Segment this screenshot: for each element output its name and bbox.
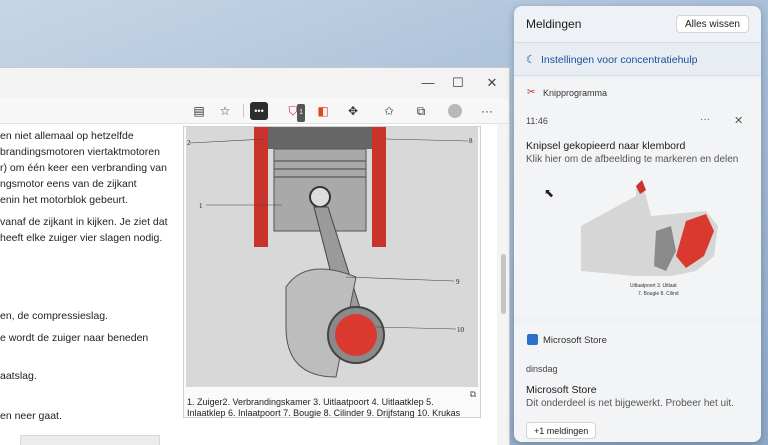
text-line: ngsmotor eens van de zijkant <box>0 178 137 190</box>
expand-icon[interactable]: ⧉ <box>470 389 476 400</box>
piston-illustration: 2 8 1 9 10 <box>186 127 478 387</box>
browser-window: — ☐ ✕ ▤ ☆ ••• ⛉ 1 ◧ ✥ ✩ ⧉ ··· en niet all… <box>0 67 510 445</box>
maximize-button[interactable]: ☐ <box>448 74 468 92</box>
reader-icon[interactable]: ▤ <box>190 102 208 120</box>
text-line: heeft elke zuiger vier slagen nodig. <box>0 232 163 244</box>
text-line: vanaf de zijkant in kijken. Je ziet dat <box>0 216 168 228</box>
notification-body: Klik hier om de afbeelding te markeren e… <box>526 154 739 165</box>
clear-all-button[interactable]: Alles wissen <box>675 15 749 33</box>
text-line: r) om één keer een verbranding van <box>0 162 167 174</box>
snip-preview-image[interactable]: Uitlaatpoort 3. Uitlaat 7. Bougie 8. Cil… <box>576 176 726 304</box>
engine-figure: 2 8 1 9 10 ⧉ 1. Zuiger2. Verbrandingskam… <box>183 126 481 418</box>
text-line: enin het motorblok gebeurt. <box>0 194 128 206</box>
favorite-add-icon[interactable]: ☆ <box>216 102 234 120</box>
app-name: Microsoft Store <box>543 335 607 346</box>
puzzle-icon[interactable]: ✥ <box>344 102 362 120</box>
store-icon <box>527 334 538 345</box>
figure-label: 8 <box>469 137 473 145</box>
focus-assist-settings[interactable]: ☾ Instellingen voor concentratiehulp <box>514 42 761 76</box>
more-options-button[interactable]: ··· <box>700 114 710 125</box>
close-window-button[interactable]: ✕ <box>482 74 502 92</box>
favorites-icon[interactable]: ✩ <box>380 102 398 120</box>
text-line: brandingsmotoren viertaktmotoren <box>0 146 160 158</box>
more-notifications-button[interactable]: +1 meldingen <box>526 422 597 439</box>
office-icon[interactable]: ◧ <box>314 102 332 120</box>
figure-label: 1 <box>199 202 203 210</box>
caption-line: Inlaatklep 6. Inlaatpoort 7. Bougie 8. C… <box>187 408 461 418</box>
badge-count: 1 <box>297 104 305 122</box>
notification-time: 11:46 <box>526 116 548 126</box>
text-line: en, de compressieslag. <box>0 310 108 322</box>
browser-toolbar: ▤ ☆ ••• ⛉ 1 ◧ ✥ ✩ ⧉ ··· <box>0 98 509 124</box>
collections-icon[interactable]: ⧉ <box>412 102 430 120</box>
focus-assist-link[interactable]: Instellingen voor concentratiehulp <box>541 54 697 66</box>
profile-icon[interactable] <box>446 102 464 120</box>
notification-center: Meldingen Alles wissen ☾ Instellingen vo… <box>514 6 761 442</box>
page-scrollbar[interactable] <box>497 124 509 445</box>
mouse-cursor-icon: ⬉ <box>544 186 555 200</box>
moon-icon: ☾ <box>526 54 536 66</box>
browser-titlebar: — ☐ ✕ <box>0 68 509 98</box>
figure-label: 9 <box>456 278 460 286</box>
image-thumbnail <box>20 435 160 445</box>
figure-label: 10 <box>457 326 465 334</box>
text-line: en neer gaat. <box>0 410 62 422</box>
more-icon[interactable]: ··· <box>478 102 496 120</box>
caption-line: 1. Zuiger2. Verbrandingskamer 3. Uitlaat… <box>187 397 434 407</box>
text-line: e wordt de zuiger naar beneden <box>0 332 149 344</box>
preview-caption: 7. Bougie 8. Cilind <box>638 291 679 297</box>
extension-icon[interactable]: ••• <box>250 102 268 120</box>
figure-caption: 1. Zuiger2. Verbrandingskamer 3. Uitlaat… <box>187 397 460 419</box>
figure-label: 2 <box>187 139 191 147</box>
notification-day: dinsdag <box>526 364 558 374</box>
notification-body: Dit onderdeel is net bijgewerkt. Probeer… <box>526 398 734 409</box>
scissors-icon: ✂ <box>527 87 536 98</box>
notification-title: Microsoft Store <box>526 384 597 396</box>
minimize-button[interactable]: — <box>418 74 438 92</box>
preview-caption: Uitlaatpoort 3. Uitlaat <box>630 283 677 289</box>
notification-title: Knipsel gekopieerd naar klembord <box>526 140 686 152</box>
notifications-title: Meldingen <box>526 17 582 31</box>
scrollbar-thumb[interactable] <box>501 254 506 314</box>
text-line: aatslag. <box>0 370 37 382</box>
toolbar-divider <box>243 104 244 118</box>
app-name: Knipprogramma <box>543 88 608 98</box>
text-line: en niet allemaal op hetzelfde <box>0 130 134 142</box>
shield-icon[interactable]: ⛉ 1 <box>284 102 305 122</box>
close-notification-button[interactable]: ✕ <box>734 114 743 127</box>
